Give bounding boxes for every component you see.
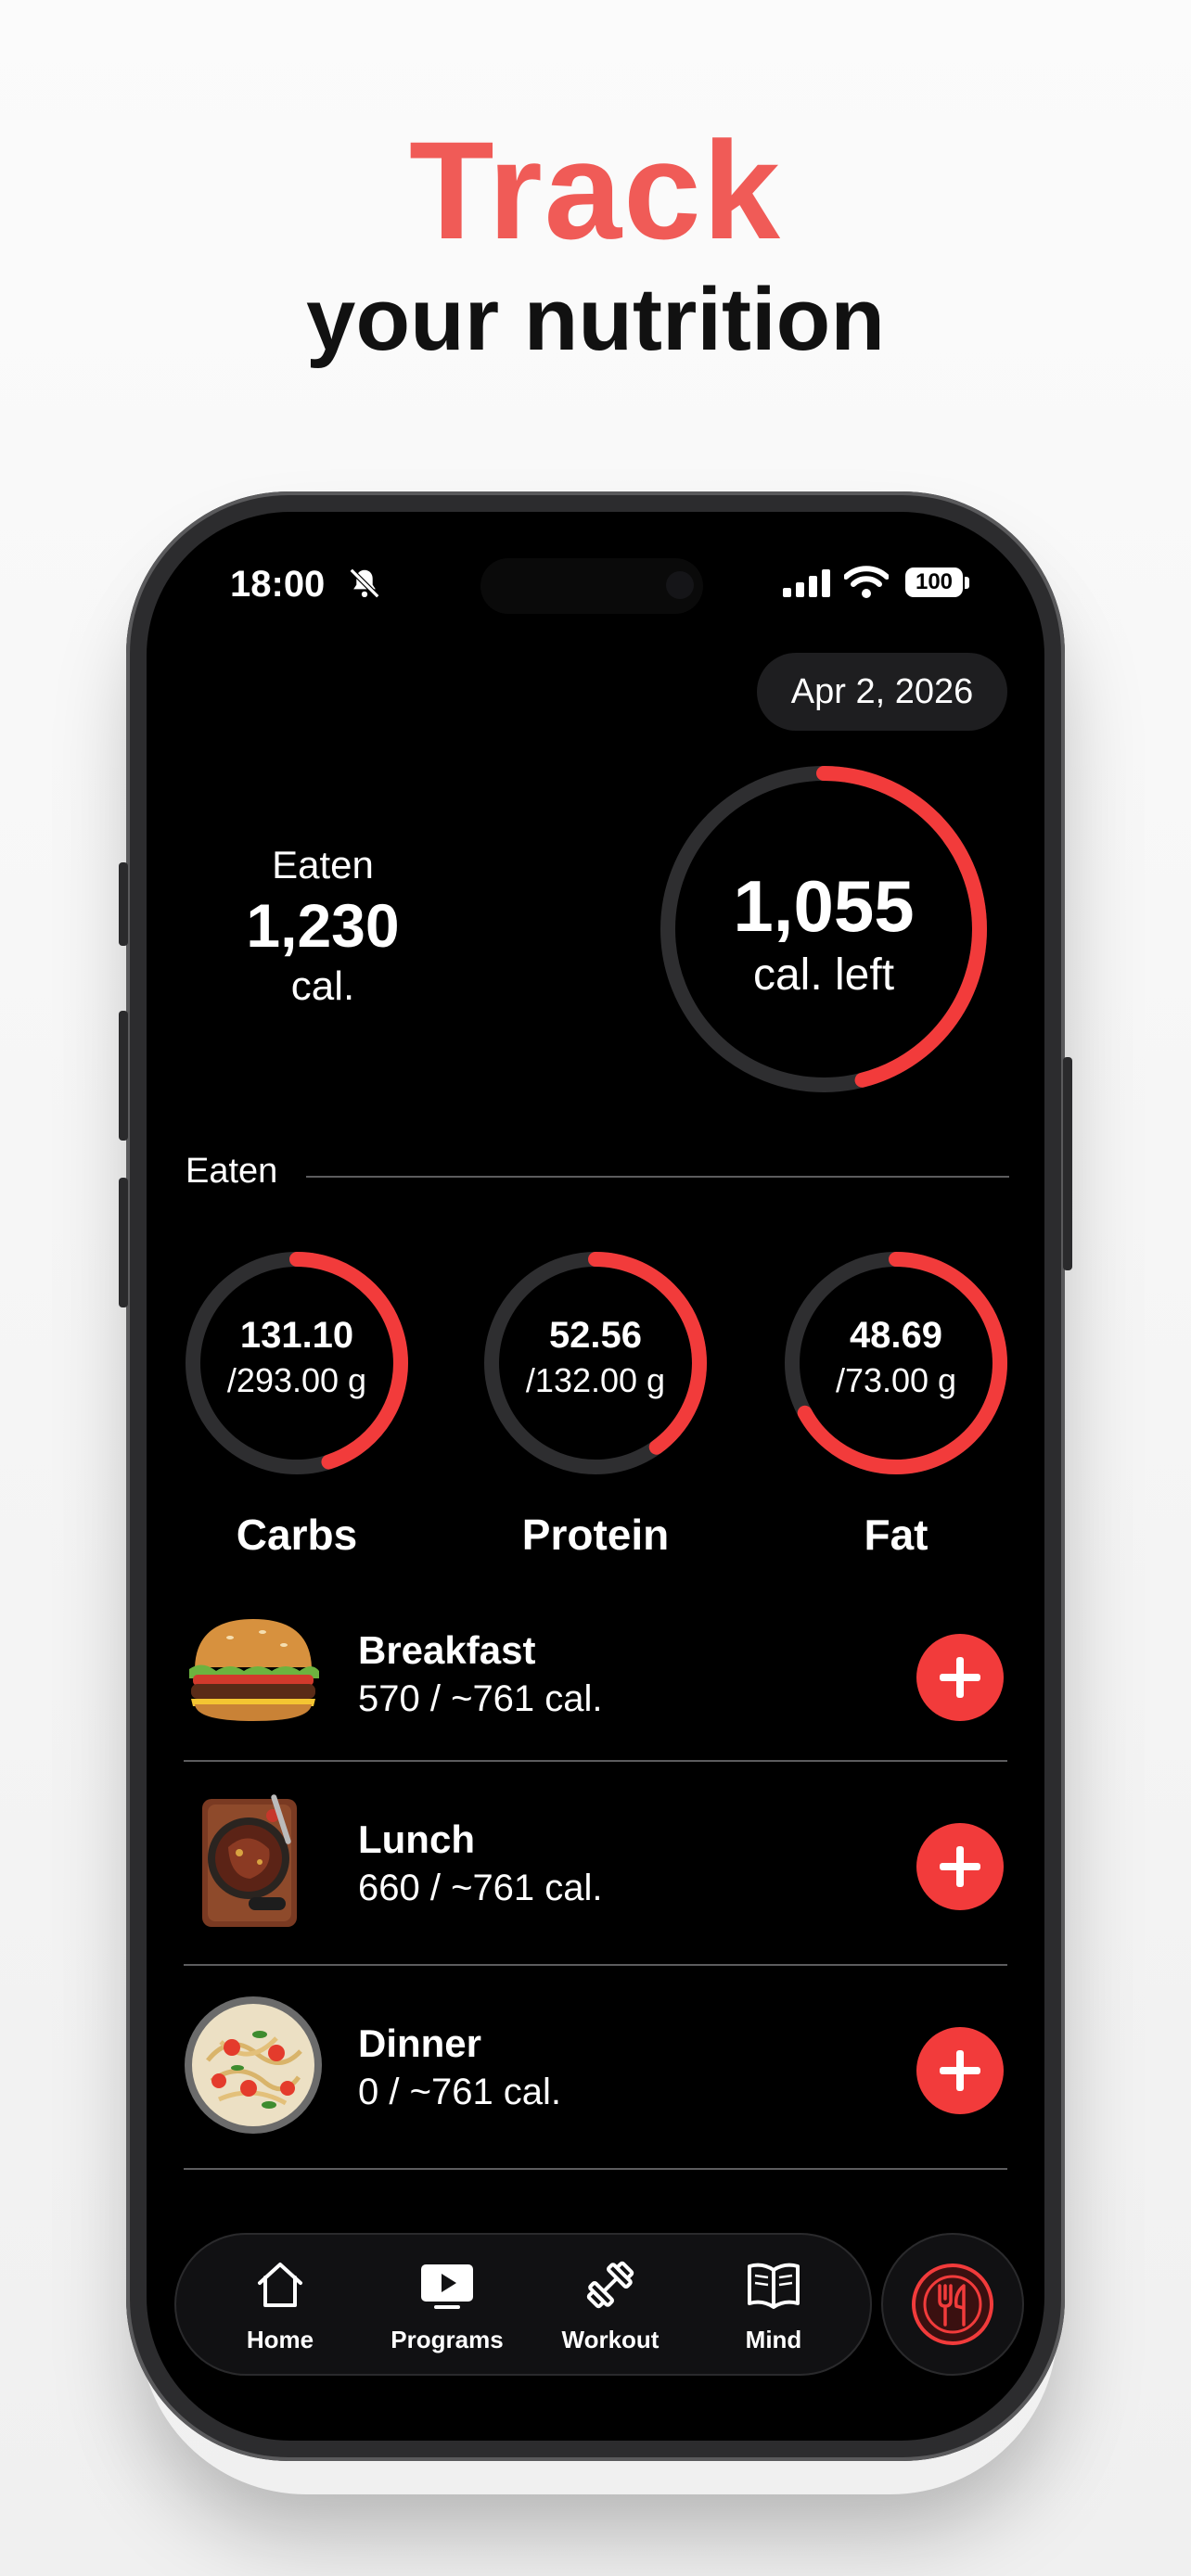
macro-fat-value: 48.69: [849, 1315, 943, 1356]
meal-title-lunch: Lunch: [358, 1817, 475, 1861]
hero-subtitle: your nutrition: [306, 270, 885, 369]
macro-protein-values: 52.56 /132.00 g: [475, 1311, 716, 1402]
fork-knife-icon: [912, 2264, 993, 2345]
tab-workout[interactable]: Workout: [536, 2233, 685, 2376]
meal-calories-dinner: 0 / ~761 cal.: [358, 2072, 562, 2112]
meal-divider: [184, 1964, 1007, 1966]
section-divider: [306, 1176, 1009, 1178]
tab-home-label: Home: [246, 2326, 314, 2353]
pasta-icon: [185, 1996, 322, 2134]
book-icon: [748, 2263, 800, 2309]
calories-left-value: 1,055: [733, 865, 915, 947]
add-lunch-button[interactable]: [916, 1823, 1004, 1910]
hero-title: Track: [409, 112, 782, 268]
calories-left-unit: cal. left: [752, 950, 895, 1000]
meal-title-breakfast: Breakfast: [358, 1628, 536, 1672]
volume-down-button: [119, 1178, 128, 1307]
tab-mind[interactable]: Mind: [699, 2233, 848, 2376]
volume-up-button: [119, 1011, 128, 1141]
app-screen: 18:00 100 Apr 2, 2026 Eaten 1,230 cal. 1…: [147, 512, 1044, 2441]
tab-programs[interactable]: Programs: [373, 2233, 521, 2376]
bell-muted-icon: [349, 567, 380, 599]
meal-row-lunch[interactable]: Lunch 660 / ~761 cal.: [184, 1786, 1007, 1971]
date-selector[interactable]: Apr 2, 2026: [757, 653, 1007, 731]
macro-protein-goal: /132.00 g: [525, 1361, 666, 1399]
macro-fat-goal: /73.00 g: [835, 1361, 957, 1399]
tab-programs-label: Programs: [391, 2326, 504, 2353]
eaten-unit: cal.: [290, 963, 355, 1009]
section-label: Eaten: [186, 1152, 278, 1191]
battery-indicator: 100: [905, 567, 963, 597]
battery-tip: [965, 577, 969, 589]
tab-bar: Home Programs Workout Mind: [174, 2233, 872, 2376]
macro-carbs-values: 131.10 /293.00 g: [176, 1311, 417, 1402]
power-button: [1063, 1057, 1072, 1270]
wifi-icon: [844, 566, 889, 598]
eaten-summary: Eaten 1,230 cal.: [184, 841, 462, 1012]
macro-carbs-label: Carbs: [236, 1511, 358, 1559]
front-camera: [666, 571, 694, 599]
burger-icon: [189, 1619, 319, 1721]
meal-calories-lunch: 660 / ~761 cal.: [358, 1868, 603, 1908]
add-dinner-button[interactable]: [916, 2027, 1004, 2114]
add-breakfast-button[interactable]: [916, 1634, 1004, 1721]
meal-row-dinner[interactable]: Dinner 0 / ~761 cal.: [184, 1990, 1007, 2175]
macro-fat-label: Fat: [864, 1511, 928, 1559]
cellular-signal-icon: [783, 569, 830, 597]
home-icon: [258, 2263, 302, 2307]
play-icon: [421, 2264, 473, 2309]
meal-divider: [184, 1760, 1007, 1762]
tab-workout-label: Workout: [561, 2326, 660, 2353]
action-button: [119, 862, 128, 946]
meal-row-breakfast[interactable]: Breakfast 570 / ~761 cal.: [184, 1597, 1007, 1782]
meal-calories-breakfast: 570 / ~761 cal.: [358, 1678, 603, 1719]
tab-mind-label: Mind: [745, 2326, 802, 2353]
eaten-label: Eaten: [272, 843, 374, 886]
meal-divider: [184, 2168, 1007, 2170]
meal-title-dinner: Dinner: [358, 2021, 482, 2065]
tab-home[interactable]: Home: [206, 2233, 354, 2376]
macro-carbs-value: 131.10: [239, 1315, 354, 1356]
dumbbell-icon: [586, 2261, 634, 2309]
macro-carbs-goal: /293.00 g: [226, 1361, 367, 1399]
steak-icon: [202, 1794, 297, 1927]
macro-fat-values: 48.69 /73.00 g: [775, 1311, 1017, 1402]
status-time: 18:00: [230, 564, 326, 605]
macro-protein-label: Protein: [521, 1511, 670, 1559]
macro-protein-value: 52.56: [548, 1315, 643, 1356]
calories-left-text: 1,055 cal. left: [659, 864, 989, 1003]
nutrition-fab[interactable]: [881, 2233, 1024, 2376]
eaten-value: 1,230: [246, 891, 400, 960]
